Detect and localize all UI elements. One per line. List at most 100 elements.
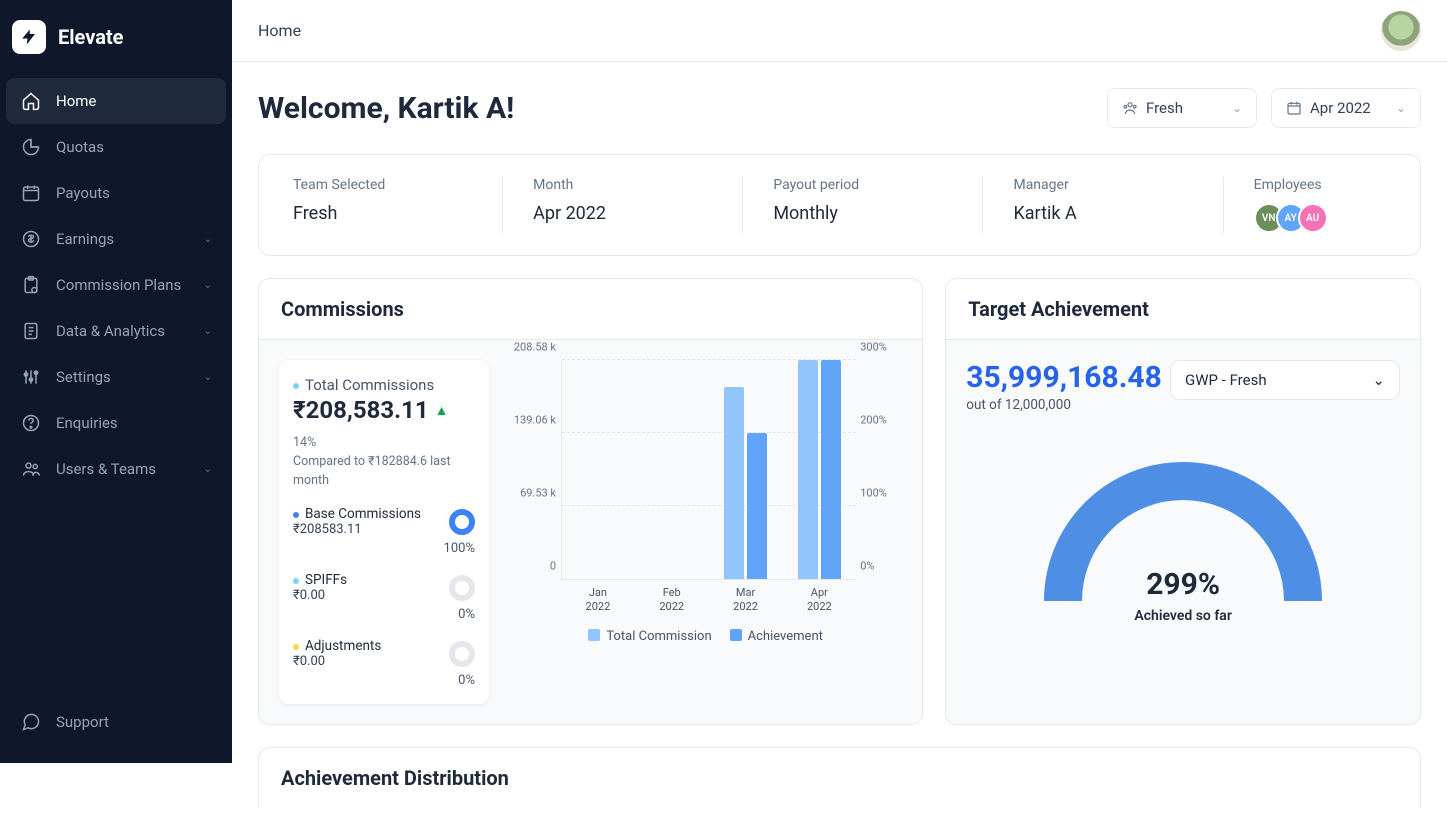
chevron-down-icon: ⌄ xyxy=(1396,101,1406,115)
sidebar-item-label: Earnings xyxy=(56,230,114,248)
bar-group xyxy=(562,360,636,579)
sidebar-item-label: Enquiries xyxy=(56,414,118,432)
main: Home Welcome, Kartik A! Fresh ⌄ Apr 2022 xyxy=(232,0,1447,834)
sidebar-item-enquiries[interactable]: Enquiries xyxy=(6,400,226,446)
sidebar-item-earnings[interactable]: Earnings ⌄ xyxy=(6,216,226,262)
commissions-title: Commissions xyxy=(259,279,922,340)
topbar: Home xyxy=(232,0,1447,62)
users-icon xyxy=(20,458,42,480)
sidebar-item-label: Payouts xyxy=(56,184,110,202)
sidebar-item-label: Commission Plans xyxy=(56,276,181,294)
bar-group xyxy=(636,360,710,579)
x-tick: Feb2022 xyxy=(635,586,709,615)
sidebar-item-label: Quotas xyxy=(56,138,104,156)
nav: HomeQuotasPayoutsEarnings⌄Commission Pla… xyxy=(0,78,232,492)
month-select-value: Apr 2022 xyxy=(1310,99,1371,117)
chevron-down-icon: ⌄ xyxy=(204,280,212,291)
clipboard-icon xyxy=(20,274,42,296)
summary-value-month: Apr 2022 xyxy=(533,203,722,224)
month-select[interactable]: Apr 2022 ⌄ xyxy=(1271,88,1421,128)
summary-label-team: Team Selected xyxy=(293,177,482,193)
employee-avatars: VNAYAU xyxy=(1254,203,1386,233)
bar-group xyxy=(783,360,857,579)
sidebar-item-data-analytics[interactable]: Data & Analytics ⌄ xyxy=(6,308,226,354)
y-tick-left: 139.06 k xyxy=(512,414,556,427)
total-commissions-label: Total Commissions xyxy=(293,376,475,394)
bar-group xyxy=(709,360,783,579)
y-tick-left: 69.53 k xyxy=(512,487,556,500)
x-tick: Apr2022 xyxy=(782,586,856,615)
user-avatar[interactable] xyxy=(1381,11,1421,51)
commissions-chart: 00%69.53 k100%139.06 k200%208.58 k300% J… xyxy=(509,360,902,704)
total-commissions-caption: 14% Compared to ₹182884.6 last month xyxy=(293,434,475,490)
summary-label-employees: Employees xyxy=(1254,177,1386,193)
target-card: Target Achievement 35,999,168.48 out of … xyxy=(945,278,1421,725)
bar-total-commission xyxy=(798,360,818,579)
home-icon xyxy=(20,90,42,112)
sidebar-item-label: Home xyxy=(56,92,96,110)
commissions-panel: Total Commissions ₹208,583.11 ▲ 14% Comp… xyxy=(279,360,489,704)
summary-label-manager: Manager xyxy=(1013,177,1202,193)
y-tick-right: 300% xyxy=(860,341,900,354)
target-title: Target Achievement xyxy=(946,279,1420,340)
pie-icon xyxy=(20,136,42,158)
help-icon xyxy=(20,412,42,434)
summary-label-period: Payout period xyxy=(773,177,962,193)
chevron-down-icon: ⌄ xyxy=(204,326,212,337)
summary-value-manager: Kartik A xyxy=(1013,203,1202,224)
brand-name: Elevate xyxy=(58,25,123,49)
breakdown-row: Adjustments₹0.00 xyxy=(293,638,475,669)
bar-total-commission xyxy=(724,387,744,579)
y-tick-left: 208.58 k xyxy=(512,341,556,354)
calendar-icon xyxy=(20,182,42,204)
breakdown-pct: 100% xyxy=(293,541,475,556)
distribution-title: Achievement Distribution xyxy=(258,747,1421,808)
sidebar-item-label: Settings xyxy=(56,368,111,386)
document-icon xyxy=(20,320,42,342)
breakdown-row: Base Commissions₹208583.11 xyxy=(293,506,475,537)
team-select-value: Fresh xyxy=(1146,99,1183,117)
y-tick-left: 0 xyxy=(512,560,556,573)
calendar-icon xyxy=(1286,100,1302,116)
legend-swatch-tc xyxy=(588,629,600,641)
y-tick-right: 100% xyxy=(860,487,900,500)
team-select[interactable]: Fresh ⌄ xyxy=(1107,88,1257,128)
brand: Elevate xyxy=(0,10,232,78)
team-icon xyxy=(1122,100,1138,116)
trend-up-icon: ▲ xyxy=(435,402,449,419)
breakdown-pct: 0% xyxy=(293,607,475,622)
sidebar-item-users-teams[interactable]: Users & Teams ⌄ xyxy=(6,446,226,492)
x-tick: Mar2022 xyxy=(709,586,783,615)
breakdown-pct: 0% xyxy=(293,673,475,688)
summary-label-month: Month xyxy=(533,177,722,193)
bar-achievement xyxy=(747,433,767,579)
sidebar-item-settings[interactable]: Settings ⌄ xyxy=(6,354,226,400)
chevron-down-icon: ⌄ xyxy=(204,464,212,475)
sidebar: Elevate HomeQuotasPayoutsEarnings⌄Commis… xyxy=(0,0,232,763)
breakdown-row: SPIFFs₹0.00 xyxy=(293,572,475,603)
sidebar-item-label: Data & Analytics xyxy=(56,322,165,340)
ring-icon xyxy=(449,575,475,601)
sidebar-item-commission-plans[interactable]: Commission Plans ⌄ xyxy=(6,262,226,308)
commissions-card: Commissions Total Commissions ₹208,583.1… xyxy=(258,278,923,725)
sidebar-item-label: Users & Teams xyxy=(56,460,156,478)
legend-swatch-ach xyxy=(730,629,742,641)
target-metric-select[interactable]: GWP - Fresh ⌄ xyxy=(1170,360,1400,400)
target-select-value: GWP - Fresh xyxy=(1185,371,1267,389)
sidebar-item-payouts[interactable]: Payouts xyxy=(6,170,226,216)
summary-value-period: Monthly xyxy=(773,203,962,224)
bar-achievement xyxy=(821,360,841,579)
sidebar-item-home[interactable]: Home xyxy=(6,78,226,124)
ring-icon xyxy=(449,641,475,667)
ring-icon xyxy=(449,509,475,535)
chevron-down-icon: ⌄ xyxy=(204,234,212,245)
sidebar-item-support[interactable]: Support xyxy=(6,699,226,745)
employee-badge[interactable]: AU xyxy=(1298,203,1328,233)
chevron-down-icon: ⌄ xyxy=(1232,101,1242,115)
chevron-down-icon: ⌄ xyxy=(204,372,212,383)
sidebar-item-quotas[interactable]: Quotas xyxy=(6,124,226,170)
y-tick-right: 0% xyxy=(860,560,900,573)
gauge-percent: 299% xyxy=(1146,567,1220,602)
sliders-icon xyxy=(20,366,42,388)
summary-value-team: Fresh xyxy=(293,203,482,224)
